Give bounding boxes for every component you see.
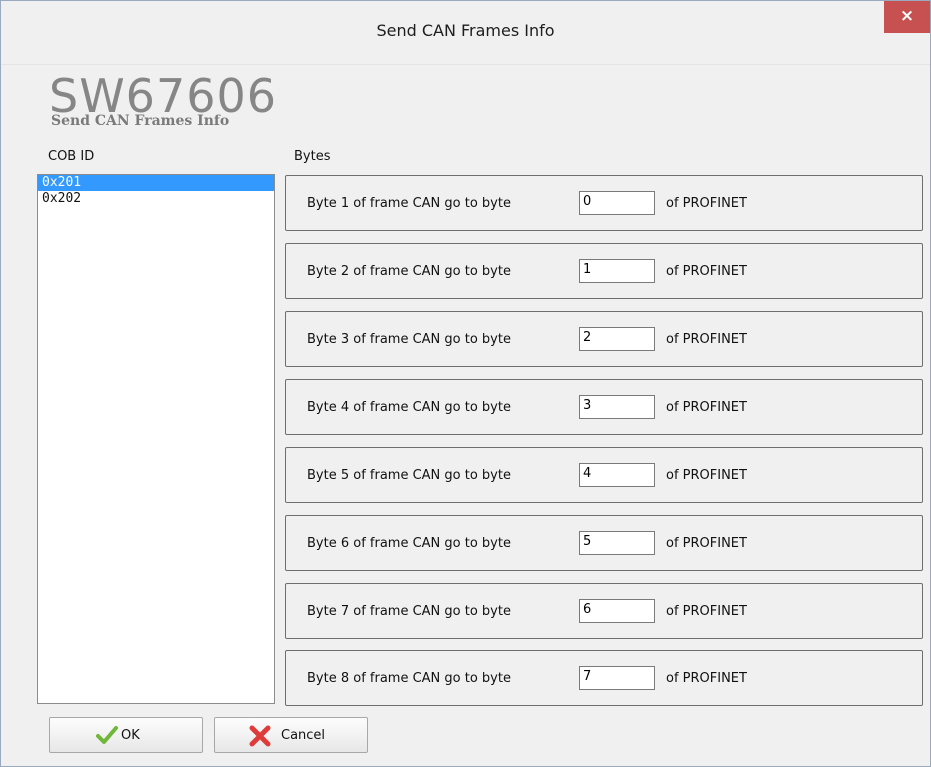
byte-5-suffix: of PROFINET xyxy=(666,468,747,483)
byte-3-input[interactable]: 2 xyxy=(579,327,655,351)
title-bar: Send CAN Frames Info × xyxy=(1,1,930,65)
page-subtitle: Send CAN Frames Info xyxy=(51,113,230,129)
byte-4-group: Byte 4 of frame CAN go to byte 3 of PROF… xyxy=(285,379,923,435)
byte-8-label: Byte 8 of frame CAN go to byte xyxy=(307,671,511,686)
byte-2-input[interactable]: 1 xyxy=(579,259,655,283)
byte-8-suffix: of PROFINET xyxy=(666,671,747,686)
red-x-icon xyxy=(248,724,272,752)
byte-5-label: Byte 5 of frame CAN go to byte xyxy=(307,468,511,483)
byte-8-input[interactable]: 7 xyxy=(579,666,655,690)
byte-1-group: Byte 1 of frame CAN go to byte 0 of PROF… xyxy=(285,175,923,231)
byte-3-group: Byte 3 of frame CAN go to byte 2 of PROF… xyxy=(285,311,923,367)
byte-6-input[interactable]: 5 xyxy=(579,531,655,555)
window-title: Send CAN Frames Info xyxy=(376,21,555,40)
byte-7-label: Byte 7 of frame CAN go to byte xyxy=(307,604,511,619)
ok-button-label: OK xyxy=(121,728,140,743)
cob-id-label: COB ID xyxy=(48,149,95,164)
byte-1-suffix: of PROFINET xyxy=(666,196,747,211)
byte-8-group: Byte 8 of frame CAN go to byte 7 of PROF… xyxy=(285,650,923,706)
cancel-button[interactable]: Cancel xyxy=(214,717,368,753)
cancel-button-label: Cancel xyxy=(281,728,326,743)
byte-4-suffix: of PROFINET xyxy=(666,400,747,415)
close-button[interactable]: × xyxy=(884,1,930,33)
send-can-frames-dialog: Send CAN Frames Info × SW67606 Send CAN … xyxy=(0,0,931,767)
byte-2-group: Byte 2 of frame CAN go to byte 1 of PROF… xyxy=(285,243,923,299)
byte-4-label: Byte 4 of frame CAN go to byte xyxy=(307,400,511,415)
byte-7-group: Byte 7 of frame CAN go to byte 6 of PROF… xyxy=(285,583,923,639)
cob-id-item[interactable]: 0x201 xyxy=(38,175,274,191)
byte-6-label: Byte 6 of frame CAN go to byte xyxy=(307,536,511,551)
byte-5-group: Byte 5 of frame CAN go to byte 4 of PROF… xyxy=(285,447,923,503)
byte-6-suffix: of PROFINET xyxy=(666,536,747,551)
byte-1-input[interactable]: 0 xyxy=(579,191,655,215)
checkmark-icon xyxy=(96,725,118,749)
byte-1-label: Byte 1 of frame CAN go to byte xyxy=(307,196,511,211)
ok-button[interactable]: OK xyxy=(49,717,203,753)
byte-3-label: Byte 3 of frame CAN go to byte xyxy=(307,332,511,347)
byte-2-suffix: of PROFINET xyxy=(666,264,747,279)
byte-6-group: Byte 6 of frame CAN go to byte 5 of PROF… xyxy=(285,515,923,571)
byte-3-suffix: of PROFINET xyxy=(666,332,747,347)
byte-7-suffix: of PROFINET xyxy=(666,604,747,619)
cob-id-item[interactable]: 0x202 xyxy=(38,191,274,207)
bytes-label: Bytes xyxy=(294,149,331,164)
cob-id-list[interactable]: 0x201 0x202 xyxy=(37,174,275,704)
byte-7-input[interactable]: 6 xyxy=(579,599,655,623)
byte-5-input[interactable]: 4 xyxy=(579,463,655,487)
byte-4-input[interactable]: 3 xyxy=(579,395,655,419)
byte-2-label: Byte 2 of frame CAN go to byte xyxy=(307,264,511,279)
